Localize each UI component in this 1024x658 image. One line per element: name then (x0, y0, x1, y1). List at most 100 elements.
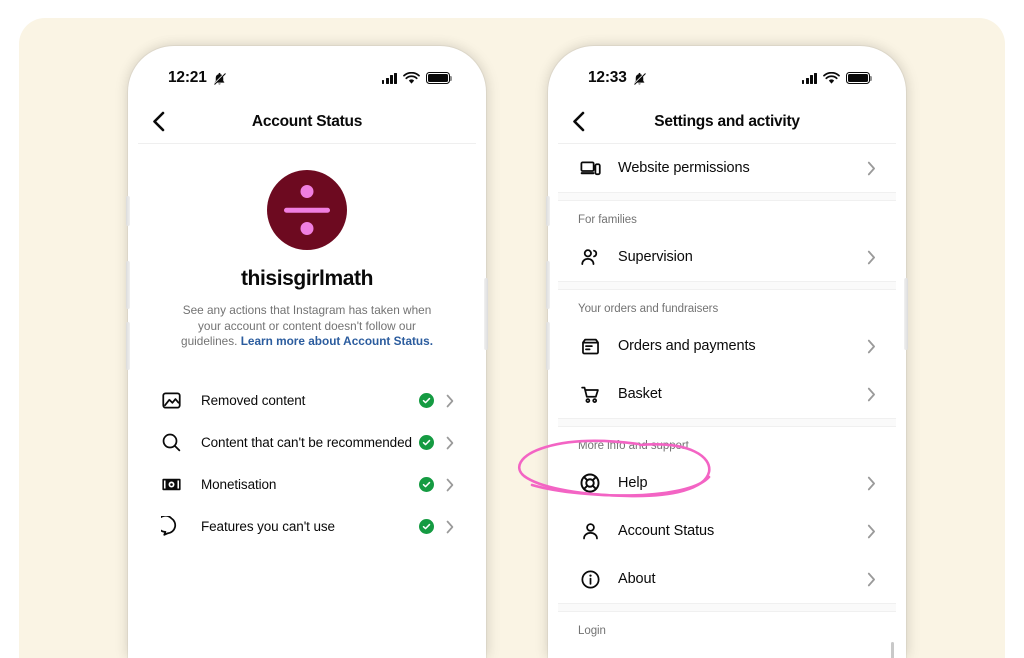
settings-row-label: Website permissions (618, 160, 750, 176)
phone-right-screen: 12:33 Settings and activity Website perm… (558, 56, 896, 658)
status-row-label: Features you can't use (201, 519, 335, 534)
status-bar-right: 12:33 (558, 56, 896, 100)
chevron-right-icon (867, 476, 875, 490)
phone-left-volume-up-button[interactable] (126, 261, 130, 309)
settings-row-account-status[interactable]: Account Status (558, 507, 896, 555)
bell-muted-icon (633, 72, 646, 85)
chevron-right-icon (867, 339, 875, 353)
nav-bar-right: Settings and activity (558, 100, 896, 144)
chevron-right-icon (446, 520, 454, 533)
avatar-dot-top (300, 185, 314, 198)
settings-row-orders-and-payments[interactable]: Orders and payments (558, 322, 896, 370)
section-divider (558, 281, 896, 290)
status-bar-left: 12:21 (138, 56, 476, 100)
chevron-right-icon (867, 524, 875, 538)
check-circle-green (419, 477, 434, 492)
status-bar-right-group (801, 71, 873, 85)
phone-left-screen: 12:21 Account Status thisisgirlmath See … (138, 56, 476, 658)
phone-left: 12:21 Account Status thisisgirlmath See … (126, 46, 488, 658)
cellular-signal-icon (801, 72, 817, 84)
chevron-right-icon (446, 394, 454, 407)
section-header-login: Login (558, 612, 896, 644)
learn-more-link[interactable]: Learn more about Account Status. (241, 334, 433, 348)
banknote-icon (158, 474, 184, 495)
battery-full-icon (846, 72, 873, 84)
status-row-content-not-recommended[interactable]: Content that can't be recommended (138, 421, 476, 464)
settings-row-supervision[interactable]: Supervision (558, 233, 896, 281)
avatar-bar (284, 207, 330, 213)
settings-row-label: Account Status (618, 523, 715, 539)
settings-row-label: About (618, 571, 656, 587)
devices-icon (578, 158, 602, 179)
status-bar-right-group (381, 71, 453, 85)
check-circle-green (419, 435, 434, 450)
people-icon (578, 247, 602, 268)
comment-icon (158, 516, 184, 537)
settings-row-website-permissions[interactable]: Website permissions (558, 144, 896, 192)
account-status-description: See any actions that Instagram has taken… (170, 303, 444, 350)
username: thisisgirlmath (240, 267, 374, 290)
scroll-indicator[interactable] (891, 642, 894, 658)
battery-full-icon (426, 72, 453, 84)
wifi-icon (403, 71, 420, 84)
nav-bar-left: Account Status (138, 100, 476, 144)
section-divider (558, 418, 896, 427)
phone-left-volume-down-button[interactable] (126, 322, 130, 370)
settings-row-help[interactable]: Help (558, 459, 896, 507)
status-row-label: Monetisation (201, 477, 277, 492)
section-divider (558, 192, 896, 201)
info-icon (578, 569, 602, 590)
chevron-right-icon (446, 436, 454, 449)
check-circle-green (419, 393, 434, 408)
chevron-right-icon (867, 387, 875, 401)
profile-block: thisisgirlmath See any actions that Inst… (138, 144, 476, 350)
status-bar-left-group: 12:33 (588, 69, 647, 87)
division-sign-avatar (267, 170, 347, 250)
section-header-orders: Your orders and fundraisers (558, 290, 896, 322)
settings-row-label: Help (618, 475, 648, 491)
back-button-right[interactable] (572, 111, 585, 132)
page-title: Settings and activity (654, 112, 800, 130)
screenshot-canvas: 12:21 Account Status thisisgirlmath See … (0, 0, 1024, 658)
page-title: Account Status (251, 112, 363, 130)
avatar-dot-bottom (300, 222, 314, 235)
chevron-right-icon (446, 478, 454, 491)
phone-right-volume-down-button[interactable] (546, 322, 550, 370)
section-header-for-families: For families (558, 201, 896, 233)
back-button-left[interactable] (152, 111, 165, 132)
phone-right-power-button[interactable] (904, 278, 908, 350)
settings-row-add-account[interactable]: Add account (558, 644, 896, 658)
status-row-removed-content[interactable]: Removed content (138, 379, 476, 422)
phone-right-mute-switch[interactable] (546, 196, 550, 226)
phone-right-volume-up-button[interactable] (546, 261, 550, 309)
search-icon (158, 432, 184, 453)
settings-row-label: Supervision (618, 249, 693, 265)
status-time: 12:21 (168, 69, 207, 86)
settings-row-label: Orders and payments (618, 338, 756, 354)
phone-right: 12:33 Settings and activity Website perm… (546, 46, 908, 658)
status-bar-left-group: 12:21 (168, 69, 227, 87)
settings-row-about[interactable]: About (558, 555, 896, 603)
settings-row-label: Basket (618, 386, 662, 402)
phone-left-mute-switch[interactable] (126, 196, 130, 226)
cart-icon (578, 384, 602, 405)
status-row-label: Removed content (201, 393, 306, 408)
status-row-features-cant-use[interactable]: Features you can't use (138, 505, 476, 548)
section-divider (558, 603, 896, 612)
phone-left-power-button[interactable] (484, 278, 488, 350)
account-status-list: Removed content Content that can't be re… (138, 379, 476, 548)
settings-list: Website permissions For families Supervi… (558, 144, 896, 658)
check-circle-green (419, 519, 434, 534)
receipt-icon (578, 336, 602, 357)
cellular-signal-icon (381, 72, 397, 84)
settings-row-basket[interactable]: Basket (558, 370, 896, 418)
status-time: 12:33 (588, 69, 627, 86)
wifi-icon (823, 71, 840, 84)
lifebuoy-icon (578, 472, 602, 494)
chevron-left-icon (153, 111, 165, 132)
chevron-left-icon (573, 111, 585, 132)
chevron-right-icon (867, 572, 875, 586)
photo-icon (158, 390, 184, 411)
status-row-monetisation[interactable]: Monetisation (138, 463, 476, 506)
chevron-right-icon (867, 250, 875, 264)
